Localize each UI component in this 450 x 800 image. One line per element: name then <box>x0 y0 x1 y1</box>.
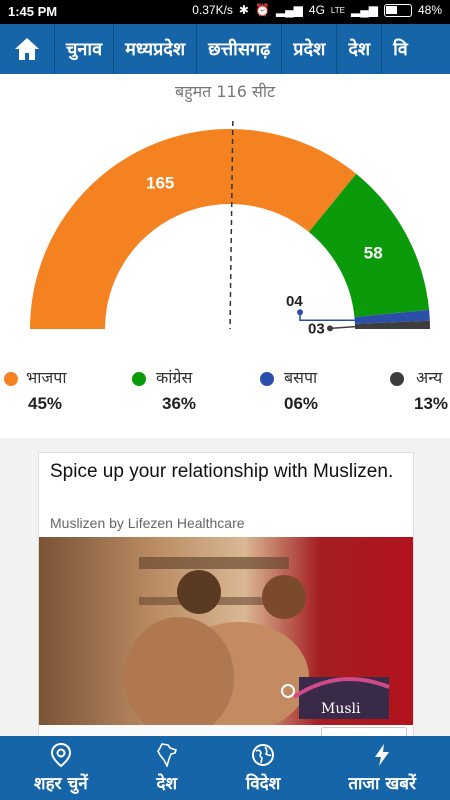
tab-chunav[interactable]: चुनाव <box>55 24 115 74</box>
alarm-icon: ⏰ <box>254 3 270 17</box>
signal-icon: ▂▄▆ <box>275 3 303 17</box>
battery-icon <box>383 3 412 17</box>
bottom-nav: शहर चुनें देश विदेश ताजा खबरें <box>0 736 450 800</box>
home-button[interactable] <box>0 24 55 74</box>
tab-videsh[interactable]: वि <box>382 24 419 74</box>
ad-product-text: Musli <box>321 701 361 717</box>
ad-sponsor: Muslizen by Lifezen Healthcare <box>50 515 245 531</box>
top-nav: चुनाव मध्यप्रदेश छत्तीसगढ़ प्रदेश देश वि <box>0 24 450 74</box>
legend-pct-bjp: 45% <box>28 394 63 413</box>
battery-level: 48% <box>417 3 442 17</box>
slice-label-0: 165 <box>146 173 174 192</box>
legend-dot-bjp <box>4 372 18 386</box>
tab-desh[interactable]: देश <box>337 24 383 74</box>
status-icons: 0.37K/s ✱ ⏰ ▂▄▆ 4G LTE ▂▄▆ 48% <box>192 3 442 17</box>
tab-chhattisgarh[interactable]: छत्तीसगढ़ <box>197 24 283 74</box>
bottom-nav-label-world: विदेश <box>245 773 281 794</box>
slice-label-3: 03 <box>308 320 325 337</box>
signal-icon-2: ▂▄▆ <box>351 3 378 17</box>
legend-pct-others: 13% <box>414 394 449 413</box>
volte-badge: LTE <box>330 5 345 15</box>
legend-dot-others <box>390 372 404 386</box>
legend-dot-congress <box>132 372 146 386</box>
leader-line-3 <box>329 325 360 330</box>
india-map-icon <box>156 742 177 767</box>
legend-pct-congress: 36% <box>162 394 197 413</box>
legend-name-bsp: बसपा <box>284 368 318 387</box>
ad-card[interactable]: Spice up your relationship with Muslizen… <box>38 452 414 744</box>
bottom-nav-label-latest: ताजा खबरें <box>348 773 416 794</box>
legend-name-congress: कांग्रेस <box>156 368 193 387</box>
status-bar: 1:45 PM 0.37K/s ✱ ⏰ ▂▄▆ 4G LTE ▂▄▆ 48% <box>0 0 450 24</box>
lightning-icon <box>375 743 390 766</box>
legend-name-bjp: भाजपा <box>26 368 67 387</box>
net-speed: 0.37K/s <box>192 3 233 17</box>
ad-illustration: Musli <box>124 557 390 727</box>
bottom-nav-label-city: शहर चुनें <box>34 773 88 794</box>
bottom-nav-world[interactable]: विदेश <box>246 743 280 794</box>
bottom-nav-country[interactable]: देश <box>156 742 178 794</box>
legend-name-others: अन्य <box>416 368 443 387</box>
slice-0 <box>30 129 357 329</box>
leader-dot-3 <box>327 325 333 332</box>
slice-label-2: 04 <box>286 293 303 310</box>
ad-title[interactable]: Spice up your relationship with Muslizen… <box>50 459 400 484</box>
bluetooth-icon: ✱ <box>238 3 249 17</box>
tab-madhyapradesh[interactable]: मध्यप्रदेश <box>114 24 198 74</box>
bottom-nav-label-country: देश <box>156 773 178 794</box>
status-time: 1:45 PM <box>8 4 58 19</box>
ad-image[interactable]: Musli <box>39 537 413 727</box>
home-icon <box>15 38 39 60</box>
legend-pct-bsp: 06% <box>284 394 319 413</box>
bottom-nav-city[interactable]: शहर चुनें <box>34 742 88 794</box>
chart-legend: भाजपा 45% कांग्रेस 36% बसपा 06% अन्य 13% <box>0 364 450 434</box>
bottom-nav-latest[interactable]: ताजा खबरें <box>348 743 416 794</box>
election-results-chart: बहुमत 116 सीट 165 58 04 03 भाजपा 45% कांग्र… <box>0 74 450 438</box>
tab-pradesh[interactable]: प्रदेश <box>282 24 338 74</box>
globe-icon <box>252 743 275 766</box>
slice-label-1: 58 <box>364 243 383 262</box>
location-pin-icon <box>50 742 71 767</box>
network-type: 4G <box>308 3 325 17</box>
legend-dot-bsp <box>260 372 274 386</box>
leader-line-2 <box>299 312 359 321</box>
